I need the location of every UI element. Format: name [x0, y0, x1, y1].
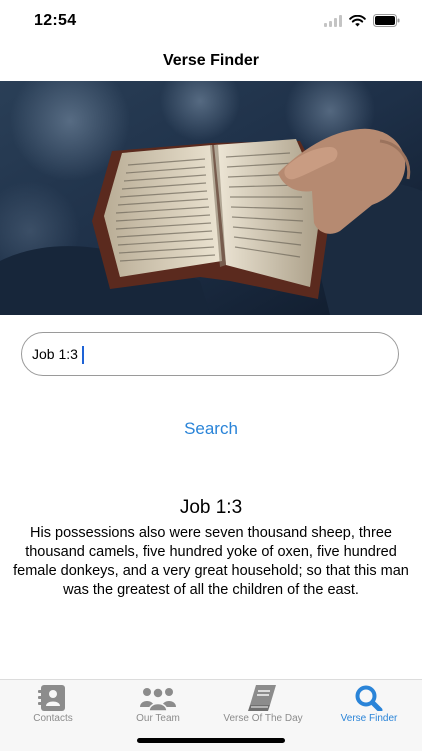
home-indicator	[137, 738, 285, 743]
tab-verse-of-the-day[interactable]: Verse Of The Day	[210, 685, 316, 727]
status-icons	[324, 14, 400, 27]
status-time: 12:54	[34, 12, 77, 29]
tab-our-team[interactable]: Our Team	[105, 685, 211, 727]
search-icon	[355, 685, 383, 711]
tab-verse-finder[interactable]: Verse Finder	[316, 685, 422, 727]
page-title: Verse Finder	[162, 52, 260, 69]
team-icon	[140, 687, 176, 711]
tab-label: Our Team	[136, 713, 180, 724]
verse-search-field[interactable]	[21, 332, 399, 376]
status-bar: 12:54	[0, 0, 422, 44]
result-verse-text: His possessions also were seven thousand…	[13, 525, 409, 598]
battery-icon	[373, 14, 400, 27]
signal-icon	[324, 14, 342, 27]
search-button[interactable]: Search	[161, 416, 261, 442]
text-caret	[82, 346, 84, 364]
tab-label: Verse Finder	[340, 713, 398, 724]
hero-image	[0, 81, 422, 315]
tab-contacts[interactable]: Contacts	[0, 685, 106, 727]
contacts-icon	[38, 685, 65, 711]
wifi-icon	[349, 14, 366, 26]
tab-label: Contacts	[33, 713, 73, 724]
result-reference: Job 1:3	[179, 497, 243, 518]
book-icon	[248, 685, 276, 711]
tab-label: Verse Of The Day	[223, 713, 303, 724]
